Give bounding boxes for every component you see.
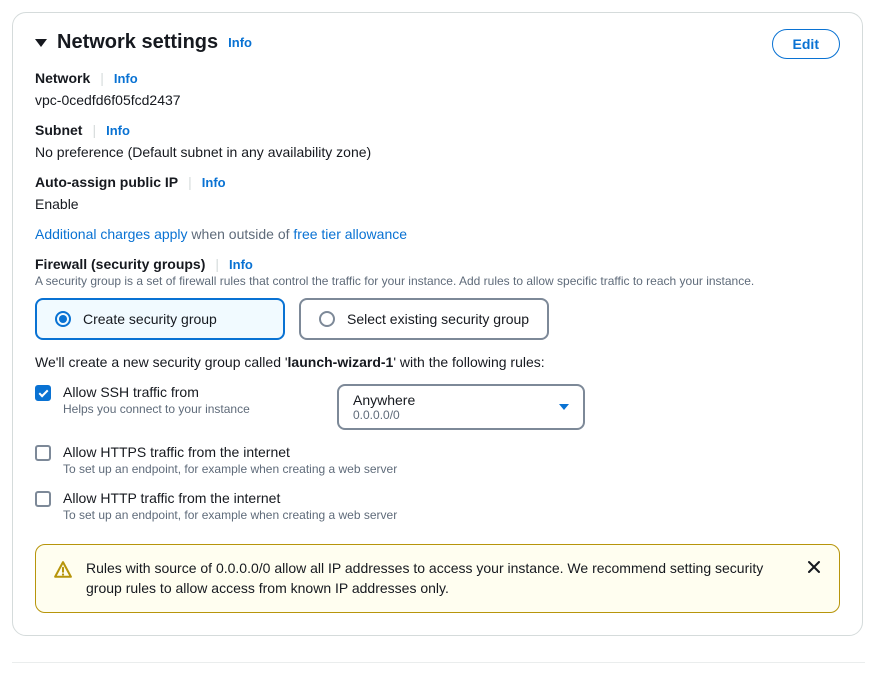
firewall-info-link[interactable]: Info [229, 257, 253, 272]
auto-ip-info-link[interactable]: Info [202, 175, 226, 190]
network-info-link[interactable]: Info [114, 71, 138, 86]
ssh-source-dropdown[interactable]: Anywhere 0.0.0.0/0 [337, 384, 585, 430]
create-sg-label: Create security group [83, 311, 217, 327]
network-field: Network | Info vpc-0cedfd6f05fcd2437 [35, 70, 840, 108]
select-existing-sg-radio[interactable]: Select existing security group [299, 298, 549, 340]
dropdown-sub: 0.0.0.0/0 [353, 408, 415, 422]
network-value: vpc-0cedfd6f05fcd2437 [35, 92, 840, 108]
network-settings-panel: Network settings Info Edit Network | Inf… [12, 12, 863, 636]
http-label: Allow HTTP traffic from the internet [63, 490, 840, 506]
panel-title: Network settings [57, 31, 218, 54]
sg-create-text: We'll create a new security group called… [35, 354, 840, 370]
radio-icon [319, 311, 335, 327]
charges-mid: when outside of [188, 226, 294, 242]
warning-text: Rules with source of 0.0.0.0/0 allow all… [86, 559, 785, 598]
edit-button[interactable]: Edit [772, 29, 840, 59]
open-sg-warning: Rules with source of 0.0.0.0/0 allow all… [35, 544, 840, 613]
ssh-label: Allow SSH traffic from [63, 384, 325, 400]
select-existing-sg-label: Select existing security group [347, 311, 529, 327]
warning-triangle-icon [54, 561, 72, 579]
sg-name: launch-wizard-1 [288, 354, 394, 370]
collapse-caret-icon[interactable] [35, 39, 47, 47]
dropdown-main: Anywhere [353, 392, 415, 408]
divider: | [100, 70, 104, 86]
firewall-label: Firewall (security groups) [35, 256, 205, 272]
auto-ip-label: Auto-assign public IP [35, 174, 178, 190]
auto-ip-value: Enable [35, 196, 840, 212]
panel-header: Network settings Info Edit [35, 31, 840, 54]
checkmark-icon [38, 387, 48, 397]
subnet-field: Subnet | Info No preference (Default sub… [35, 122, 840, 160]
additional-charges-link[interactable]: Additional charges apply [35, 226, 188, 242]
section-divider [12, 662, 865, 663]
panel-info-link[interactable]: Info [228, 35, 252, 50]
divider: | [92, 122, 96, 138]
firewall-desc: A security group is a set of firewall ru… [35, 274, 840, 288]
sg-radio-group: Create security group Select existing se… [35, 298, 840, 340]
chevron-down-icon [559, 404, 569, 410]
https-checkbox[interactable] [35, 445, 51, 461]
charges-notice: Additional charges apply when outside of… [35, 226, 840, 242]
free-tier-link[interactable]: free tier allowance [293, 226, 407, 242]
close-icon[interactable] [807, 559, 821, 577]
https-traffic-row: Allow HTTPS traffic from the internet To… [35, 444, 840, 476]
https-label: Allow HTTPS traffic from the internet [63, 444, 840, 460]
ssh-checkbox[interactable] [35, 385, 51, 401]
subnet-info-link[interactable]: Info [106, 123, 130, 138]
divider: | [188, 174, 192, 190]
https-help: To set up an endpoint, for example when … [63, 462, 840, 476]
ssh-help: Helps you connect to your instance [63, 402, 325, 416]
subnet-value: No preference (Default subnet in any ava… [35, 144, 840, 160]
firewall-field: Firewall (security groups) | Info A secu… [35, 256, 840, 340]
create-sg-radio[interactable]: Create security group [35, 298, 285, 340]
http-checkbox[interactable] [35, 491, 51, 507]
divider: | [215, 256, 219, 272]
http-traffic-row: Allow HTTP traffic from the internet To … [35, 490, 840, 522]
http-help: To set up an endpoint, for example when … [63, 508, 840, 522]
network-label: Network [35, 70, 90, 86]
ssh-traffic-row: Allow SSH traffic from Helps you connect… [35, 384, 840, 430]
radio-icon [55, 311, 71, 327]
subnet-label: Subnet [35, 122, 82, 138]
auto-assign-ip-field: Auto-assign public IP | Info Enable [35, 174, 840, 212]
